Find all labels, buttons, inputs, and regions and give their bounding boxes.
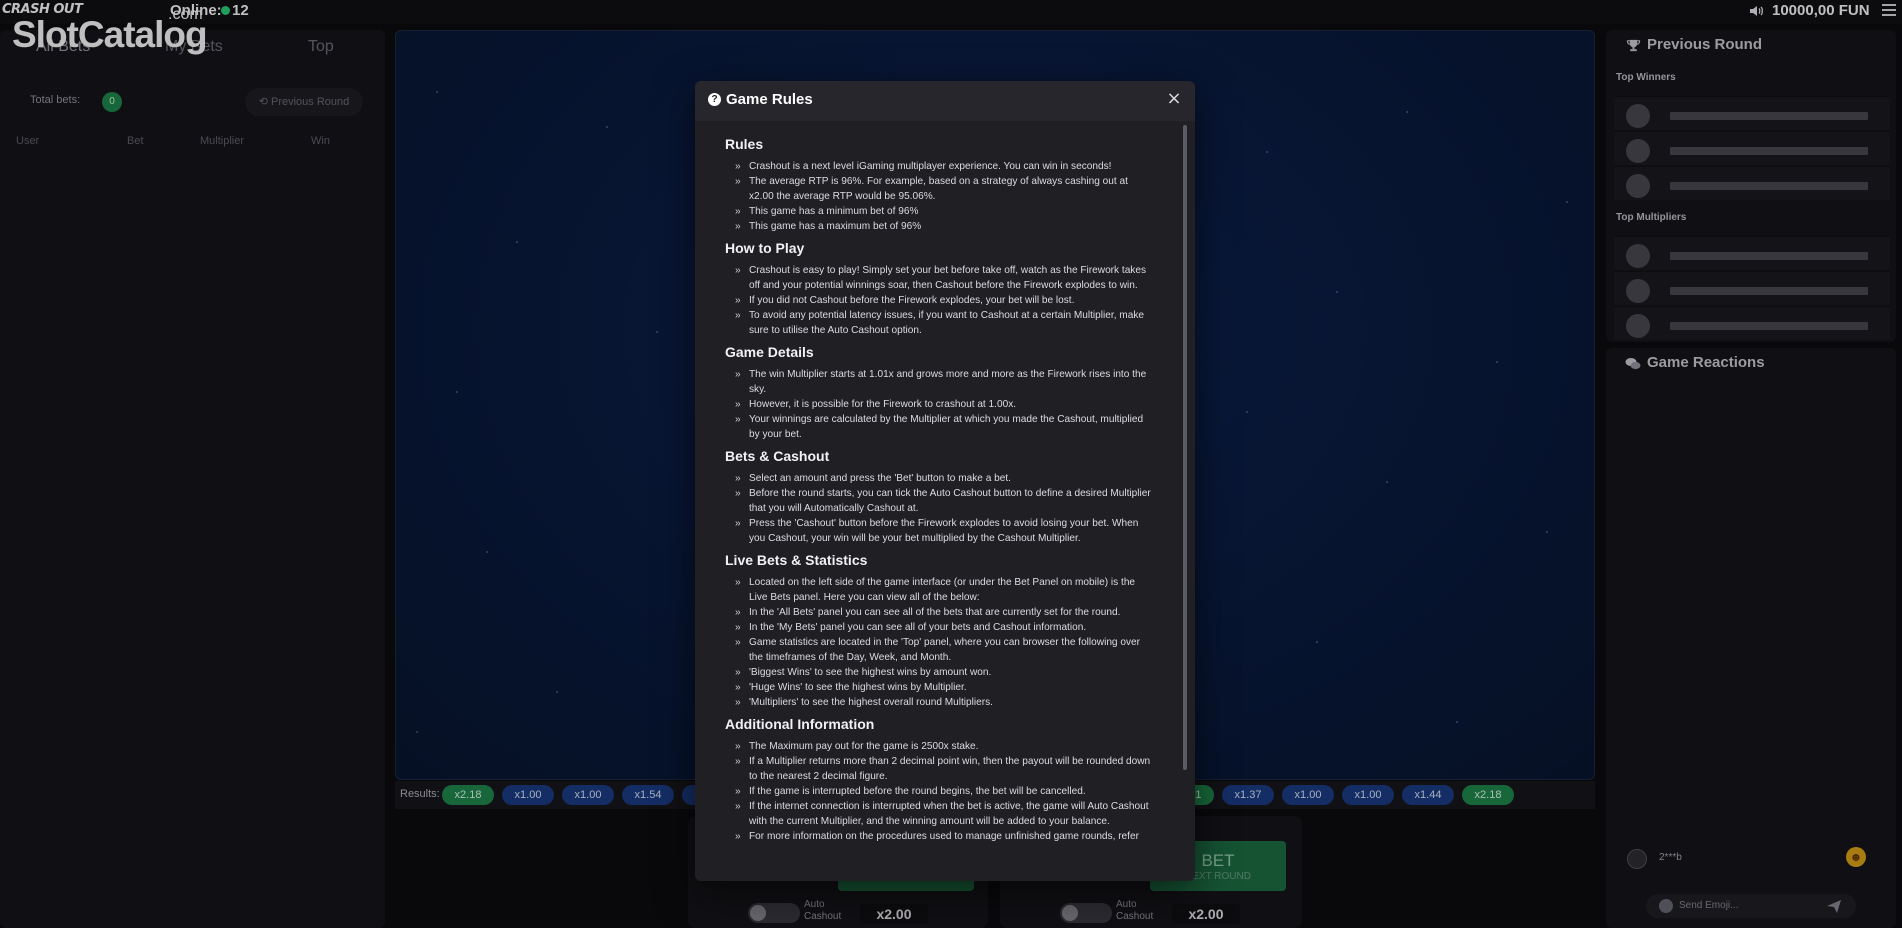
rules-item: The Maximum pay out for the game is 2500… xyxy=(735,739,1153,754)
rules-list: Select an amount and press the 'Bet' but… xyxy=(725,471,1153,546)
close-button[interactable]: × xyxy=(1165,89,1183,109)
rules-item: 'Multipliers' to see the highest overall… xyxy=(735,695,1153,710)
rules-item: Crashout is easy to play! Simply set you… xyxy=(735,263,1153,293)
rules-item: In the 'All Bets' panel you can see all … xyxy=(735,605,1153,620)
rules-item: Located on the left side of the game int… xyxy=(735,575,1153,605)
modal-title: Game Rules xyxy=(726,91,813,108)
rules-item: For more information on the procedures u… xyxy=(735,829,1153,844)
rules-item: If a Multiplier returns more than 2 deci… xyxy=(735,754,1153,784)
rules-item: 'Biggest Wins' to see the highest wins b… xyxy=(735,665,1153,680)
rules-section-title: Game Details xyxy=(725,344,814,360)
rules-item: This game has a maximum bet of 96% xyxy=(735,219,1153,234)
rules-item: This game has a minimum bet of 96% xyxy=(735,204,1153,219)
rules-item: If you did not Cashout before the Firewo… xyxy=(735,293,1153,308)
rules-item: If the internet connection is interrupte… xyxy=(735,799,1153,829)
rules-item: To avoid any potential latency issues, i… xyxy=(735,308,1153,338)
rules-section-title: How to Play xyxy=(725,240,805,256)
scrollbar[interactable] xyxy=(1183,125,1187,770)
rules-item: 'Huge Wins' to see the highest wins by M… xyxy=(735,680,1153,695)
rules-list: Crashout is easy to play! Simply set you… xyxy=(725,263,1153,338)
rules-item: Game statistics are located in the 'Top'… xyxy=(735,635,1153,665)
rules-section-title: Additional Information xyxy=(725,716,875,732)
rules-item: Before the round starts, you can tick th… xyxy=(735,486,1153,516)
rules-content[interactable]: Rules Crashout is a next level iGaming mu… xyxy=(695,121,1183,881)
rules-item: Your winnings are calculated by the Mult… xyxy=(735,412,1153,442)
rules-item: The win Multiplier starts at 1.01x and g… xyxy=(735,367,1153,397)
rules-list: Crashout is a next level iGaming multipl… xyxy=(725,159,1153,234)
rules-item: If the game is interrupted before the ro… xyxy=(735,784,1153,799)
rules-section-title: Rules xyxy=(725,136,764,152)
rules-section-title: Live Bets & Statistics xyxy=(725,552,868,568)
rules-section-title: Bets & Cashout xyxy=(725,448,830,464)
question-icon: ? xyxy=(708,93,721,106)
rules-list: Located on the left side of the game int… xyxy=(725,575,1153,710)
rules-item: Press the 'Cashout' button before the Fi… xyxy=(735,516,1153,546)
rules-item: Crashout is a next level iGaming multipl… xyxy=(735,159,1153,174)
rules-item: However, it is possible for the Firework… xyxy=(735,397,1153,412)
rules-list: The win Multiplier starts at 1.01x and g… xyxy=(725,367,1153,442)
rules-list: The Maximum pay out for the game is 2500… xyxy=(725,739,1153,844)
rules-item: In the 'My Bets' panel you can see all o… xyxy=(735,620,1153,635)
rules-item: The average RTP is 96%. For example, bas… xyxy=(735,174,1153,204)
rules-item: Select an amount and press the 'Bet' but… xyxy=(735,471,1153,486)
